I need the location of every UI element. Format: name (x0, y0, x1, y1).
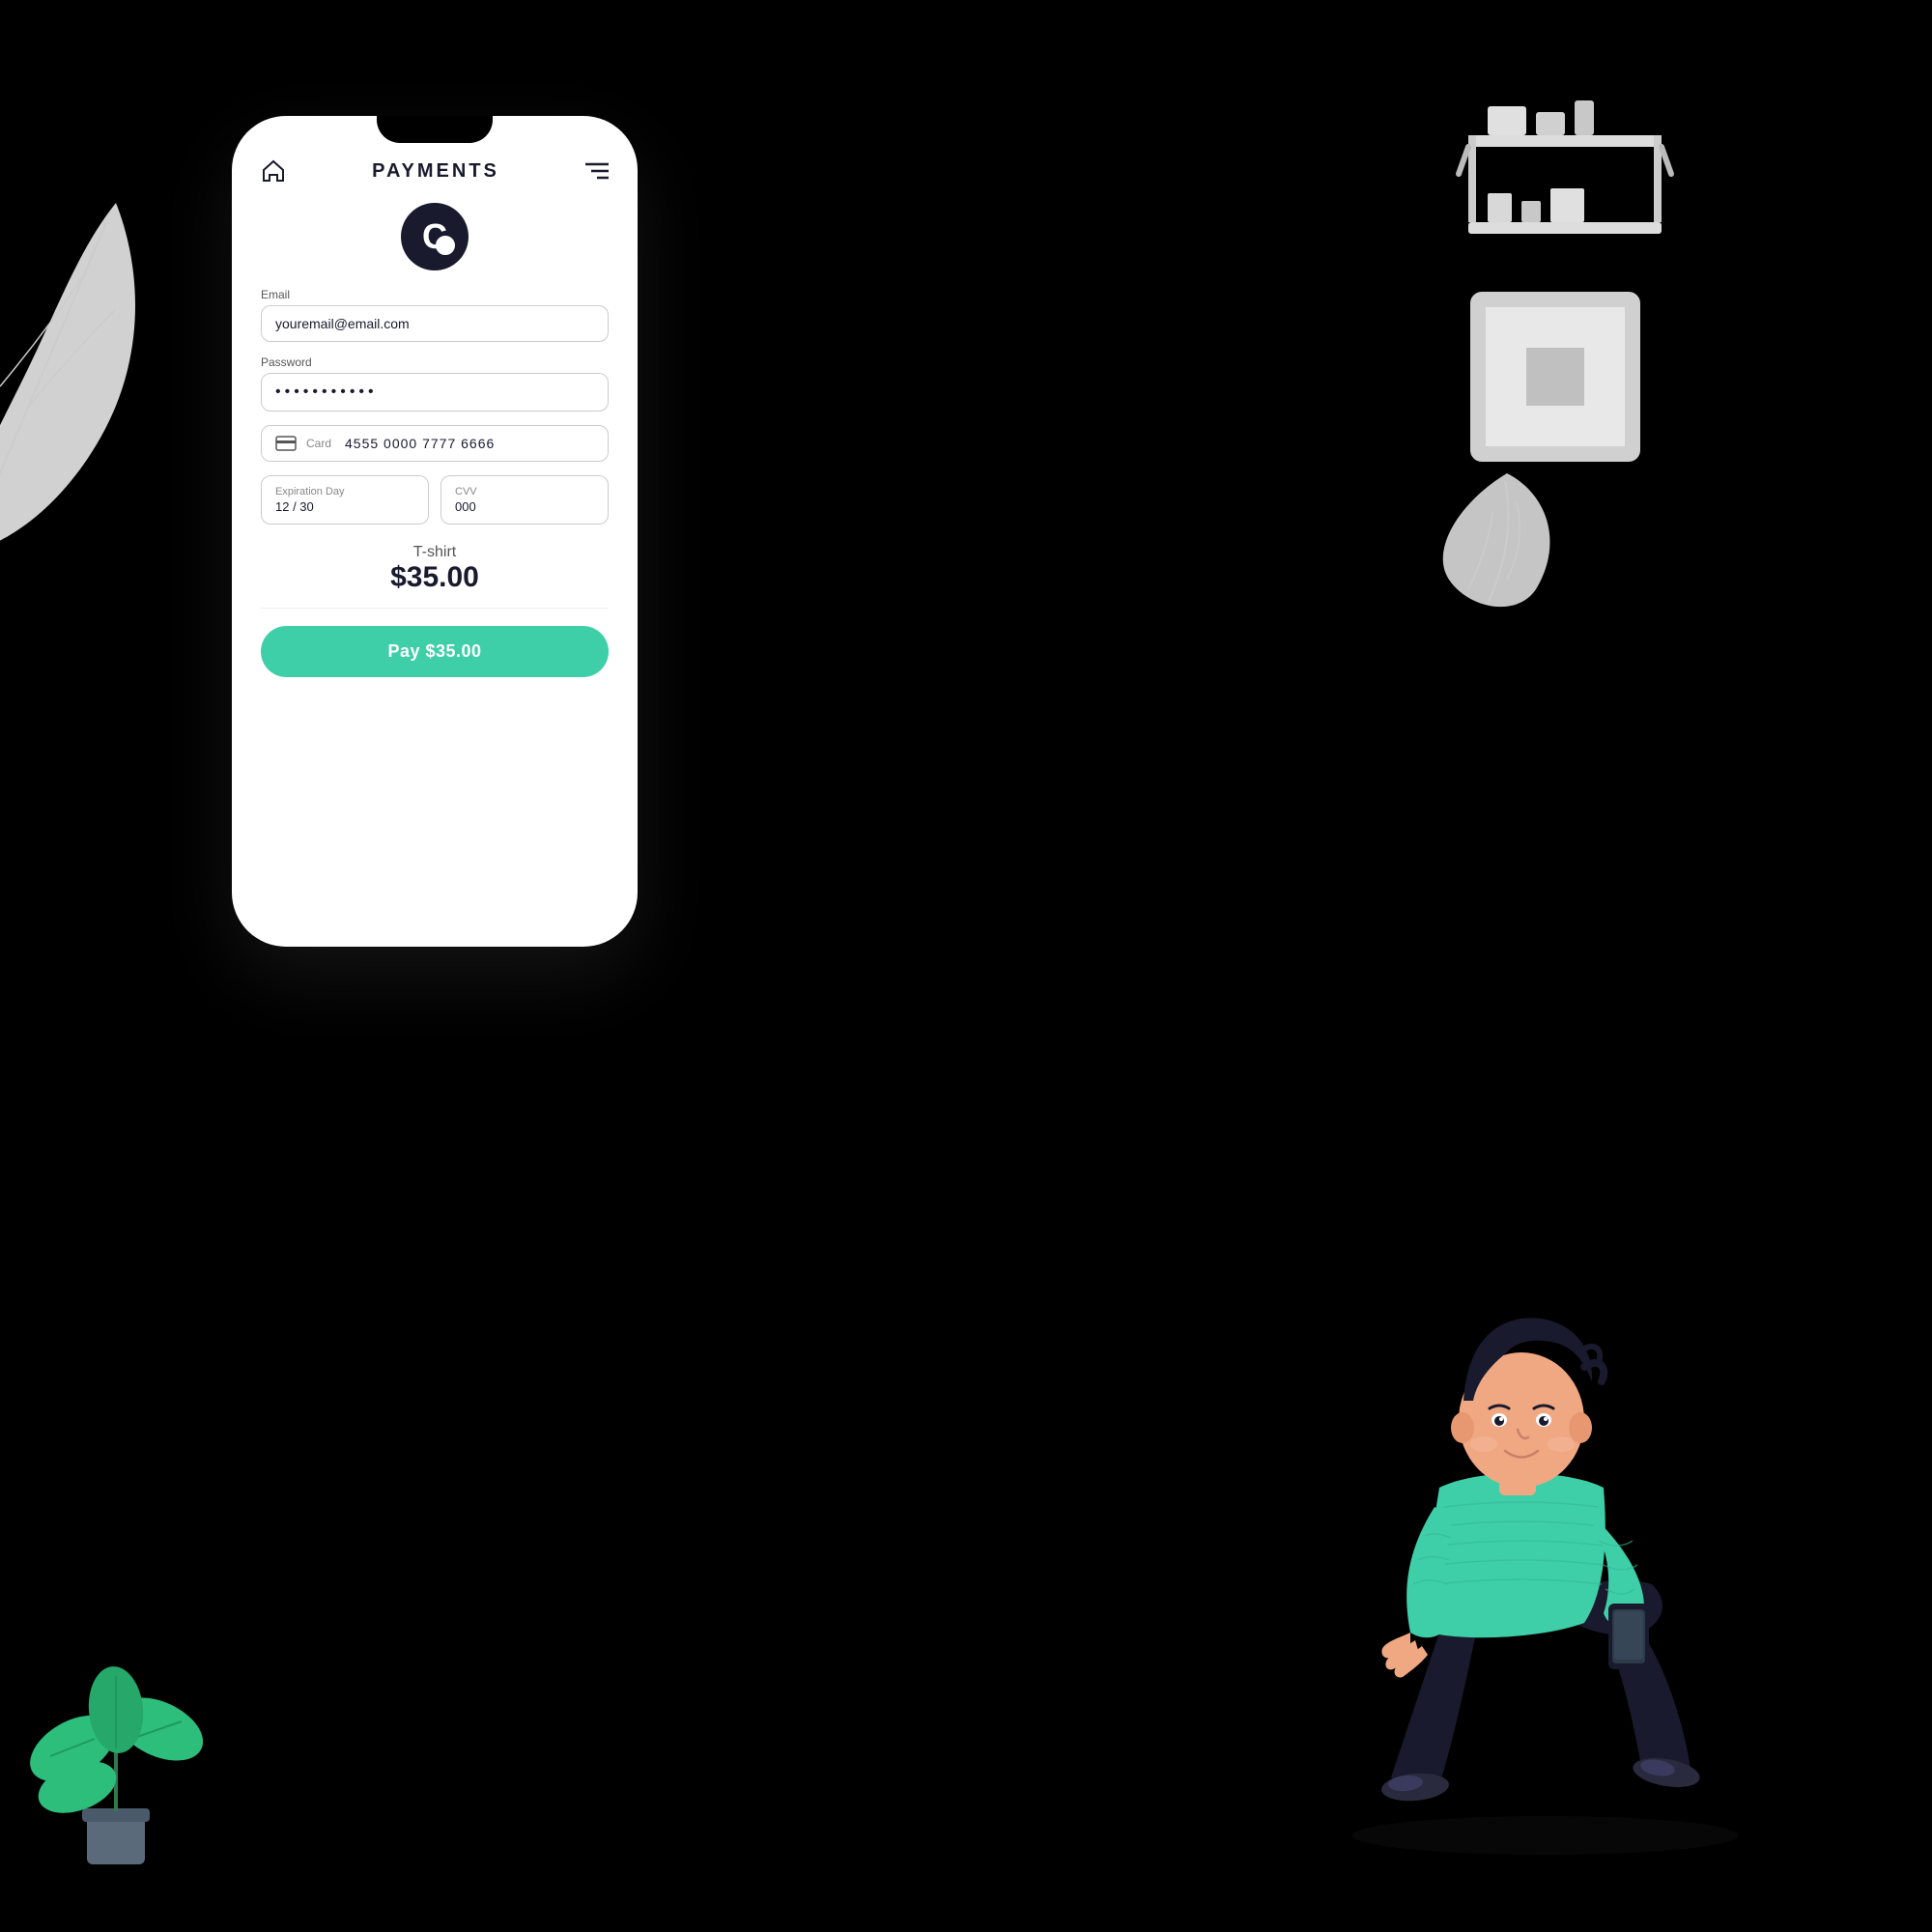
logo-letter: C (422, 219, 447, 254)
item-name: T-shirt (261, 544, 609, 561)
cvv-value: 000 (455, 499, 594, 514)
expiry-value: 12 / 30 (275, 499, 414, 514)
leaf-decoration-left (0, 193, 155, 560)
scene: PAYMENTS C (0, 0, 1932, 1932)
password-field-group: Password (261, 355, 609, 412)
email-label: Email (261, 288, 609, 301)
expiry-label: Expiration Day (275, 486, 414, 497)
password-label: Password (261, 355, 609, 369)
item-price: $35.00 (261, 561, 609, 594)
logo-area: C (261, 203, 609, 270)
card-details-row: Expiration Day 12 / 30 CVV 000 (261, 475, 609, 525)
email-input[interactable] (261, 305, 609, 342)
leaf-decoration-right (1439, 464, 1575, 618)
page-title: PAYMENTS (372, 160, 499, 183)
logo-circle: C (401, 203, 469, 270)
card-number: 4555 0000 7777 6666 (345, 436, 495, 451)
expiry-field[interactable]: Expiration Day 12 / 30 (261, 475, 429, 525)
cvv-field[interactable]: CVV 000 (440, 475, 609, 525)
cvv-label: CVV (455, 486, 594, 497)
card-label: Card (306, 437, 331, 450)
phone-screen: PAYMENTS C (232, 116, 638, 947)
password-input[interactable] (261, 373, 609, 412)
phone-frame: PAYMENTS C (232, 116, 638, 947)
card-icon (275, 436, 297, 451)
home-icon[interactable] (261, 158, 286, 184)
person-illustration (1275, 1198, 1855, 1874)
frame-decoration (1468, 290, 1642, 464)
shelf-decoration (1449, 97, 1681, 290)
menu-icon[interactable] (585, 162, 609, 180)
phone-header: PAYMENTS (261, 158, 609, 184)
card-field[interactable]: Card 4555 0000 7777 6666 (261, 425, 609, 462)
pay-button[interactable]: Pay $35.00 (261, 626, 609, 677)
item-section: T-shirt $35.00 (261, 544, 609, 609)
email-field-group: Email (261, 288, 609, 342)
plant-decoration (19, 1584, 213, 1874)
